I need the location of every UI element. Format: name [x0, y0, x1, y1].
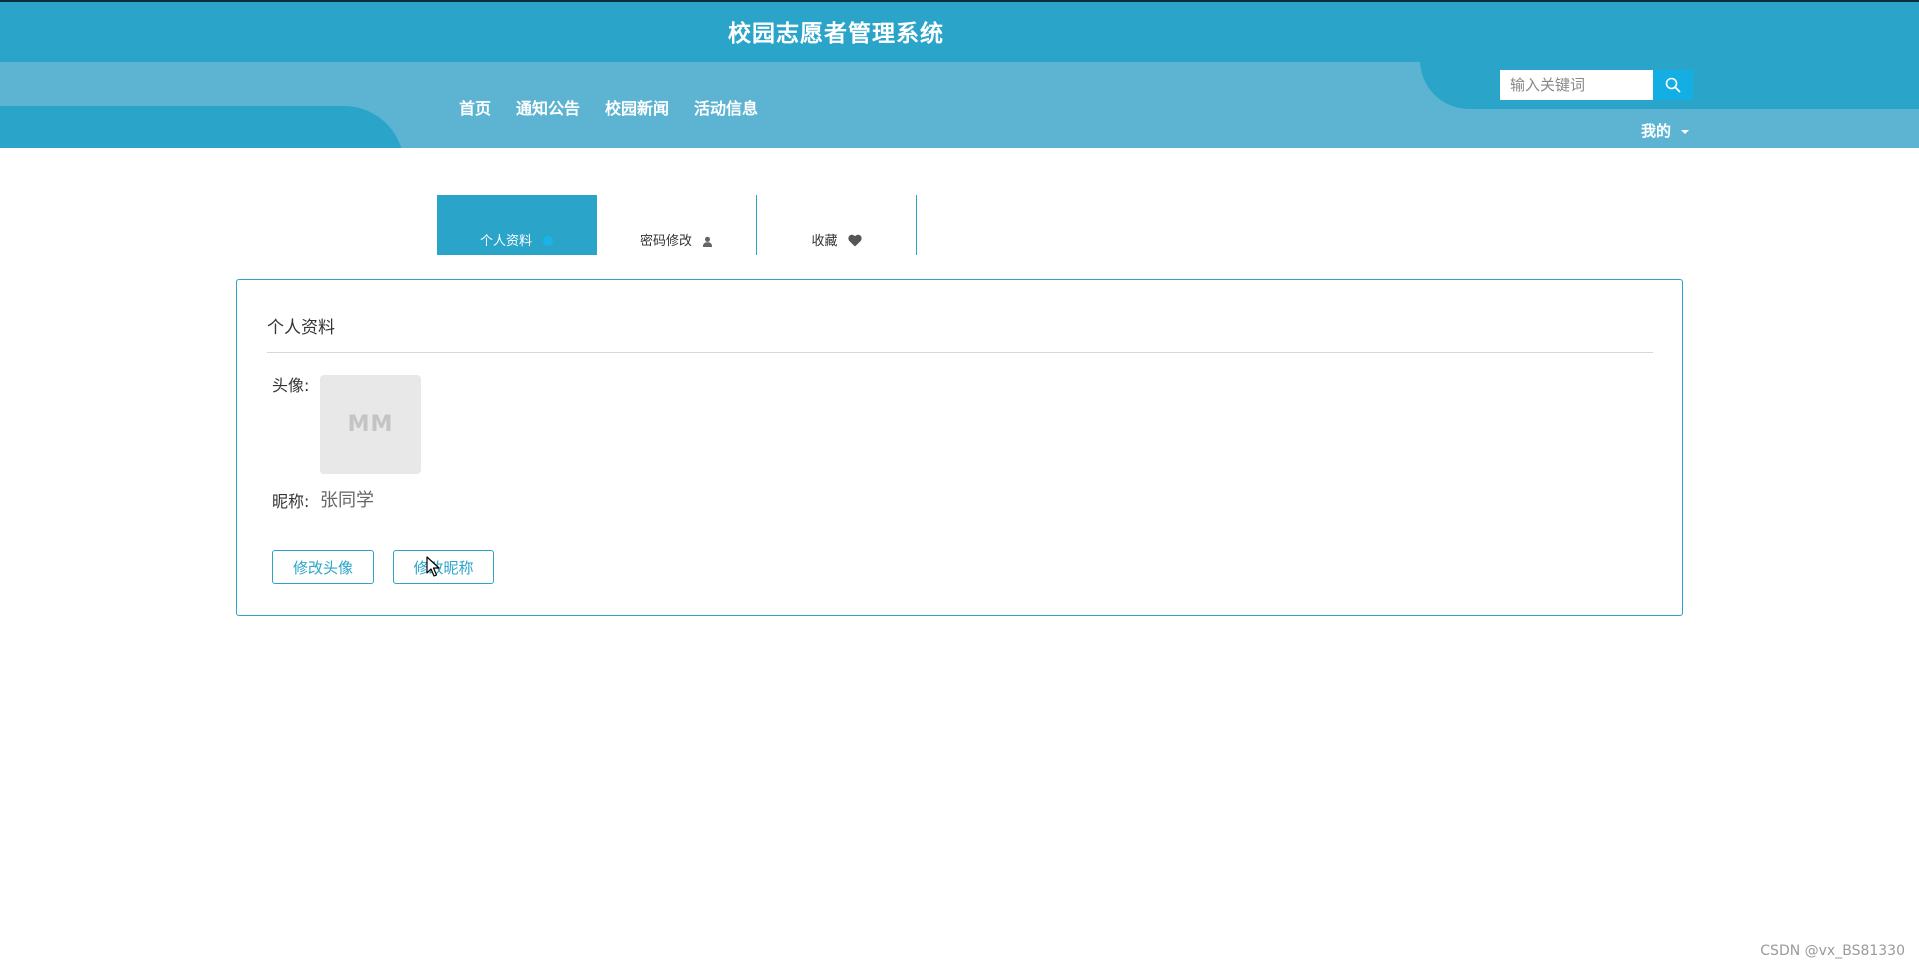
nickname-label: 昵称: [272, 492, 310, 511]
panel-divider [267, 352, 1653, 353]
search-input[interactable] [1500, 70, 1653, 100]
site-title: 校园志愿者管理系统 [728, 21, 944, 47]
profile-tabs: 个人资料 密码修改 收藏 [437, 195, 917, 255]
tab-personal-info[interactable]: 个人资料 [437, 195, 597, 255]
dot-icon [542, 235, 554, 247]
header-left-wave [0, 106, 404, 148]
tab-label: 个人资料 [479, 234, 532, 249]
tab-change-password[interactable]: 密码修改 [597, 195, 757, 255]
watermark: CSDN @vx_BS81330 [1760, 943, 1905, 959]
nav-item-activities[interactable]: 活动信息 [694, 95, 758, 119]
user-menu-label: 我的 [1641, 122, 1672, 140]
heart-icon [847, 234, 862, 247]
nav-item-campus-news[interactable]: 校园新闻 [605, 95, 669, 119]
user-menu[interactable]: 我的 [1641, 120, 1690, 141]
search-box [1500, 70, 1693, 100]
panel-title: 个人资料 [267, 318, 335, 338]
change-nickname-button[interactable]: 修改昵称 [393, 550, 494, 584]
tab-label: 密码修改 [639, 234, 692, 249]
profile-panel: 个人资料 头像: MM 昵称: 张同学 修改头像 修改昵称 [236, 279, 1683, 616]
avatar: MM [320, 375, 421, 474]
user-icon [702, 236, 713, 247]
mouse-pointer-icon [426, 556, 440, 577]
search-button[interactable] [1653, 70, 1693, 100]
main-nav: 首页 通知公告 校园新闻 活动信息 [459, 95, 758, 119]
nickname-value: 张同学 [320, 490, 374, 511]
change-avatar-button[interactable]: 修改头像 [272, 550, 374, 584]
caret-down-icon [1681, 129, 1690, 134]
avatar-label: 头像: [272, 376, 310, 395]
nav-item-notices[interactable]: 通知公告 [516, 95, 580, 119]
search-icon [1665, 77, 1681, 93]
tab-label: 收藏 [811, 234, 838, 249]
nav-item-home[interactable]: 首页 [459, 95, 491, 119]
tab-favorites[interactable]: 收藏 [757, 195, 917, 255]
site-header: 校园志愿者管理系统 首页 通知公告 校园新闻 活动信息 我的 [0, 0, 1919, 148]
